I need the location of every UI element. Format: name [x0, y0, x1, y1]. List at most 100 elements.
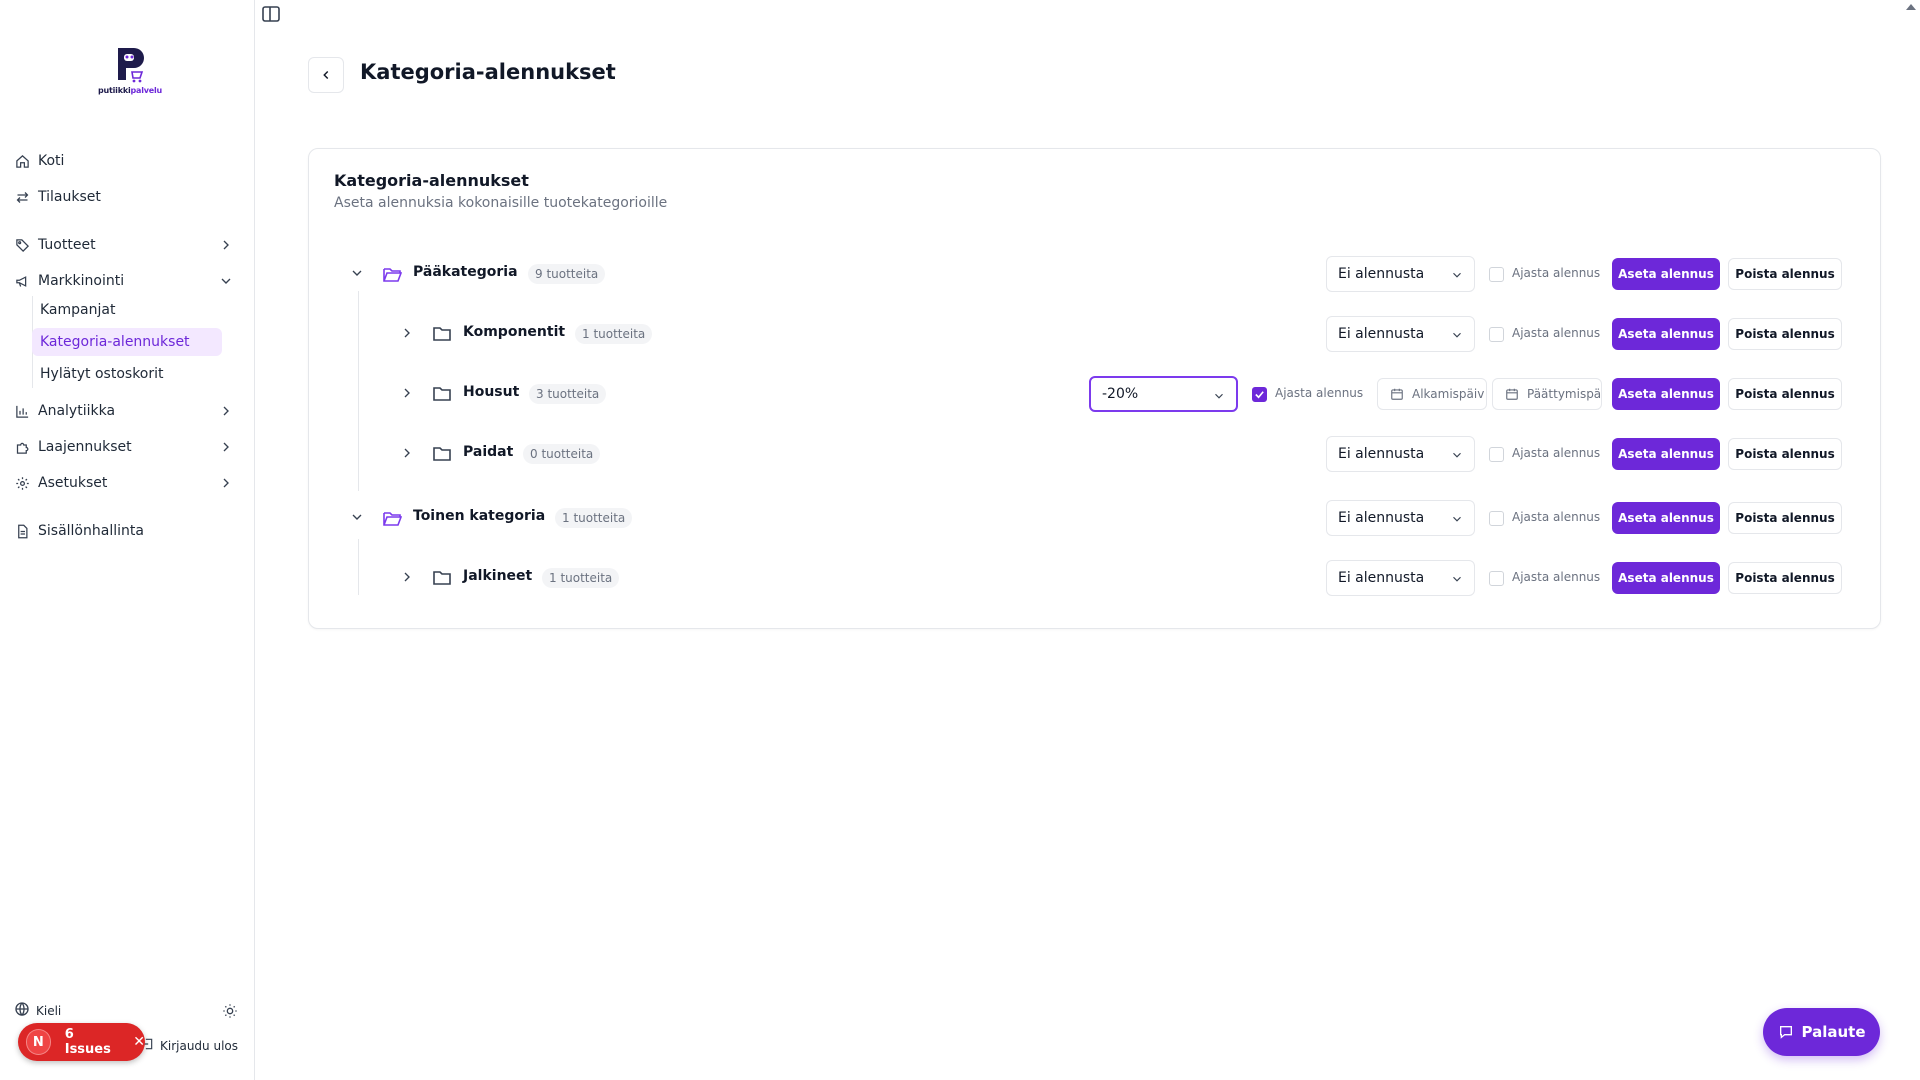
- discount-select[interactable]: Ei alennusta: [1326, 436, 1475, 472]
- chevron-down-icon: [1453, 452, 1461, 458]
- sidebar-subitem-kampanjat[interactable]: Kampanjat: [32, 296, 222, 324]
- sidebar-item-laajennukset[interactable]: Laajennukset: [14, 432, 240, 462]
- sidebar-item-analytiikka[interactable]: Analytiikka: [14, 396, 240, 426]
- sidebar-item-sisallonhallinta[interactable]: Sisällönhallinta: [14, 516, 240, 546]
- set-discount-button[interactable]: Aseta alennus: [1612, 258, 1720, 290]
- discount-select[interactable]: -20%: [1089, 376, 1238, 412]
- language-selector[interactable]: Kieli: [14, 1001, 61, 1020]
- discount-select[interactable]: Ei alennusta: [1326, 256, 1475, 292]
- document-icon: [14, 523, 30, 539]
- chevron-right-icon[interactable]: [399, 569, 415, 585]
- sidebar-subitem-kategoria-alennukset[interactable]: Kategoria-alennukset: [32, 328, 222, 356]
- schedule-checkbox[interactable]: [1252, 387, 1267, 402]
- schedule-checkbox[interactable]: [1489, 327, 1504, 342]
- remove-discount-button[interactable]: Poista alennus: [1728, 258, 1842, 290]
- chevron-down-icon[interactable]: [349, 265, 365, 281]
- schedule-checkbox[interactable]: [1489, 267, 1504, 282]
- feedback-button[interactable]: Palaute: [1763, 1008, 1880, 1056]
- folder-icon: [433, 387, 451, 401]
- discount-value: Ei alennusta: [1338, 570, 1425, 586]
- sidebar-toggle-icon[interactable]: [262, 6, 280, 22]
- chat-icon: [1779, 1026, 1792, 1039]
- logout-label: Kirjaudu ulos: [160, 1038, 238, 1053]
- product-count-badge: 1 tuotteita: [542, 568, 620, 588]
- discount-select[interactable]: Ei alennusta: [1326, 560, 1475, 596]
- chevron-right-icon[interactable]: [399, 325, 415, 341]
- remove-discount-button[interactable]: Poista alennus: [1728, 562, 1842, 594]
- remove-discount-button[interactable]: Poista alennus: [1728, 378, 1842, 410]
- logout-button[interactable]: Kirjaudu ulos: [140, 1037, 238, 1054]
- sidebar-item-label: Markkinointi: [38, 273, 125, 289]
- sidebar-item-label: Laajennukset: [38, 439, 132, 455]
- folder-icon: [433, 447, 451, 461]
- discount-select[interactable]: Ei alennusta: [1326, 500, 1475, 536]
- sidebar-item-markkinointi[interactable]: Markkinointi: [14, 266, 240, 296]
- back-button[interactable]: [308, 57, 344, 93]
- schedule-label: Ajasta alennus: [1512, 326, 1601, 340]
- category-row: Toinen kategoria 1 tuotteita Ei alennusta A…: [309, 497, 1882, 537]
- product-count-badge: 1 tuotteita: [575, 324, 653, 344]
- close-icon[interactable]: ✕: [133, 1034, 145, 1050]
- set-discount-button[interactable]: Aseta alennus: [1612, 378, 1720, 410]
- sidebar-subitem-hylatyt-ostoskorit[interactable]: Hylätyt ostoskorit: [32, 360, 222, 388]
- chevron-right-icon: [223, 406, 229, 416]
- brand-logo[interactable]: putiikkipalvelu: [95, 44, 165, 100]
- chevron-right-icon[interactable]: [399, 385, 415, 401]
- sidebar-item-label: Analytiikka: [38, 403, 116, 419]
- remove-discount-button[interactable]: Poista alennus: [1728, 318, 1842, 350]
- folder-icon: [433, 571, 451, 585]
- card-subtitle: Aseta alennuksia kokonaisille tuotekateg…: [334, 195, 668, 211]
- logo-mark-icon: [112, 44, 148, 84]
- set-discount-button[interactable]: Aseta alennus: [1612, 562, 1720, 594]
- theme-toggle[interactable]: [222, 1003, 238, 1023]
- category-name: Komponentit: [463, 324, 566, 340]
- sidebar-item-tilaukset[interactable]: Tilaukset: [14, 182, 240, 212]
- schedule-checkbox[interactable]: [1489, 447, 1504, 462]
- issues-badge[interactable]: N 6 Issues ✕: [18, 1023, 145, 1061]
- language-label: Kieli: [36, 1003, 62, 1018]
- schedule-checkbox[interactable]: [1489, 571, 1504, 586]
- category-row: Housut 3 tuotteita -20% Ajasta alennus Alkam…: [309, 373, 1882, 413]
- discount-value: -20%: [1102, 386, 1139, 402]
- chevron-down-icon: [1453, 516, 1461, 522]
- chevron-down-icon: [1453, 332, 1461, 338]
- schedule-label: Ajasta alennus: [1275, 386, 1364, 400]
- set-discount-button[interactable]: Aseta alennus: [1612, 318, 1720, 350]
- chevron-right-icon: [223, 442, 229, 452]
- chevron-right-icon[interactable]: [399, 445, 415, 461]
- schedule-checkbox[interactable]: [1489, 511, 1504, 526]
- start-date-picker[interactable]: Alkamispäiv: [1377, 378, 1487, 410]
- sun-icon: [223, 1004, 237, 1018]
- card-title: Kategoria-alennukset: [334, 171, 529, 190]
- sidebar-item-label: Tuotteet: [38, 237, 96, 253]
- product-count-badge: 3 tuotteita: [529, 384, 607, 404]
- sidebar-item-asetukset[interactable]: Asetukset: [14, 468, 240, 498]
- app-root: putiikkipalvelu Koti Tilaukset Tuotteet: [0, 0, 1920, 1080]
- home-icon: [14, 153, 30, 169]
- end-date-placeholder: Päättymispäi: [1527, 387, 1602, 401]
- product-count-badge: 9 tuotteita: [528, 264, 606, 284]
- set-discount-button[interactable]: Aseta alennus: [1612, 438, 1720, 470]
- remove-discount-button[interactable]: Poista alennus: [1728, 502, 1842, 534]
- set-discount-button[interactable]: Aseta alennus: [1612, 502, 1720, 534]
- sidebar: putiikkipalvelu Koti Tilaukset Tuotteet: [0, 0, 255, 1080]
- discount-select[interactable]: Ei alennusta: [1326, 316, 1475, 352]
- calendar-icon: [1391, 388, 1403, 400]
- scroll-up-arrow[interactable]: [1906, 4, 1916, 10]
- sidebar-item-label: Tilaukset: [38, 189, 101, 205]
- category-name: Jalkineet: [463, 568, 533, 584]
- chevron-down-icon[interactable]: [349, 509, 365, 525]
- remove-discount-button[interactable]: Poista alennus: [1728, 438, 1842, 470]
- category-row: Paidat 0 tuotteita Ei alennusta Ajasta alen…: [309, 433, 1882, 473]
- sidebar-item-koti[interactable]: Koti: [14, 146, 240, 176]
- sidebar-item-label: Asetukset: [38, 475, 108, 491]
- chevron-down-icon: [1453, 576, 1461, 582]
- arrows-exchange-icon: [14, 189, 30, 205]
- folder-open-icon: [383, 268, 402, 282]
- category-name: Pääkategoria: [413, 264, 518, 280]
- chevron-right-icon: [223, 478, 229, 488]
- gear-icon: [14, 475, 30, 491]
- sidebar-item-tuotteet[interactable]: Tuotteet: [14, 230, 240, 260]
- folder-open-icon: [383, 512, 402, 526]
- end-date-picker[interactable]: Päättymispäi: [1492, 378, 1602, 410]
